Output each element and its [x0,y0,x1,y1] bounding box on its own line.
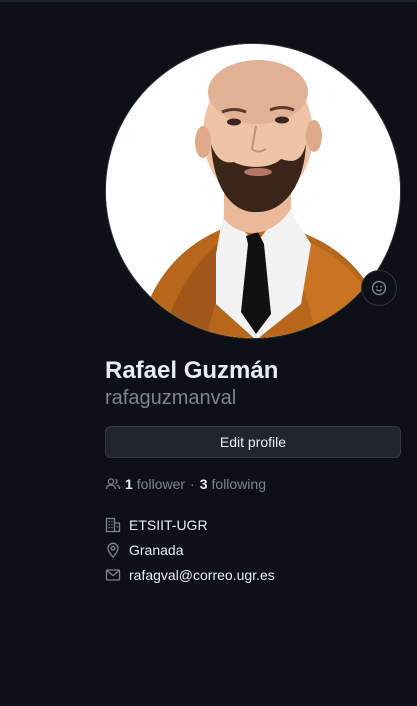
detail-organization: ETSIIT-UGR [105,515,275,535]
following-link[interactable]: 3 following [200,476,266,492]
organization-text: ETSIIT-UGR [129,517,208,533]
followers-count: 1 [125,476,133,492]
organization-icon [105,517,121,533]
profile-username: rafaguzmanval [105,387,237,409]
location-text: Granada [129,542,184,558]
avatar[interactable] [105,43,401,339]
set-status-button[interactable] [361,270,397,306]
smiley-icon [371,280,387,296]
following-count: 3 [199,476,208,492]
profile-full-name: Rafael Guzmán [105,357,279,384]
followers-link[interactable]: 1 follower [125,476,185,492]
location-icon [107,542,119,558]
detail-email: rafagval@correo.ugr.es [105,565,275,585]
edit-profile-button[interactable]: Edit profile [105,426,401,458]
profile-photo [106,44,400,338]
followers-label: follower [136,476,186,492]
avatar-container [105,43,401,339]
email-link[interactable]: rafagval@correo.ugr.es [129,567,275,583]
top-divider [0,0,417,2]
following-label: following [211,476,266,492]
detail-location: Granada [105,540,275,560]
people-icon [105,478,121,490]
profile-details: ETSIIT-UGR Granada rafagval@correo.ugr.e… [105,515,275,590]
separator: · [190,476,195,492]
follow-stats: 1 follower · 3 following [105,474,266,494]
mail-icon [105,569,121,581]
